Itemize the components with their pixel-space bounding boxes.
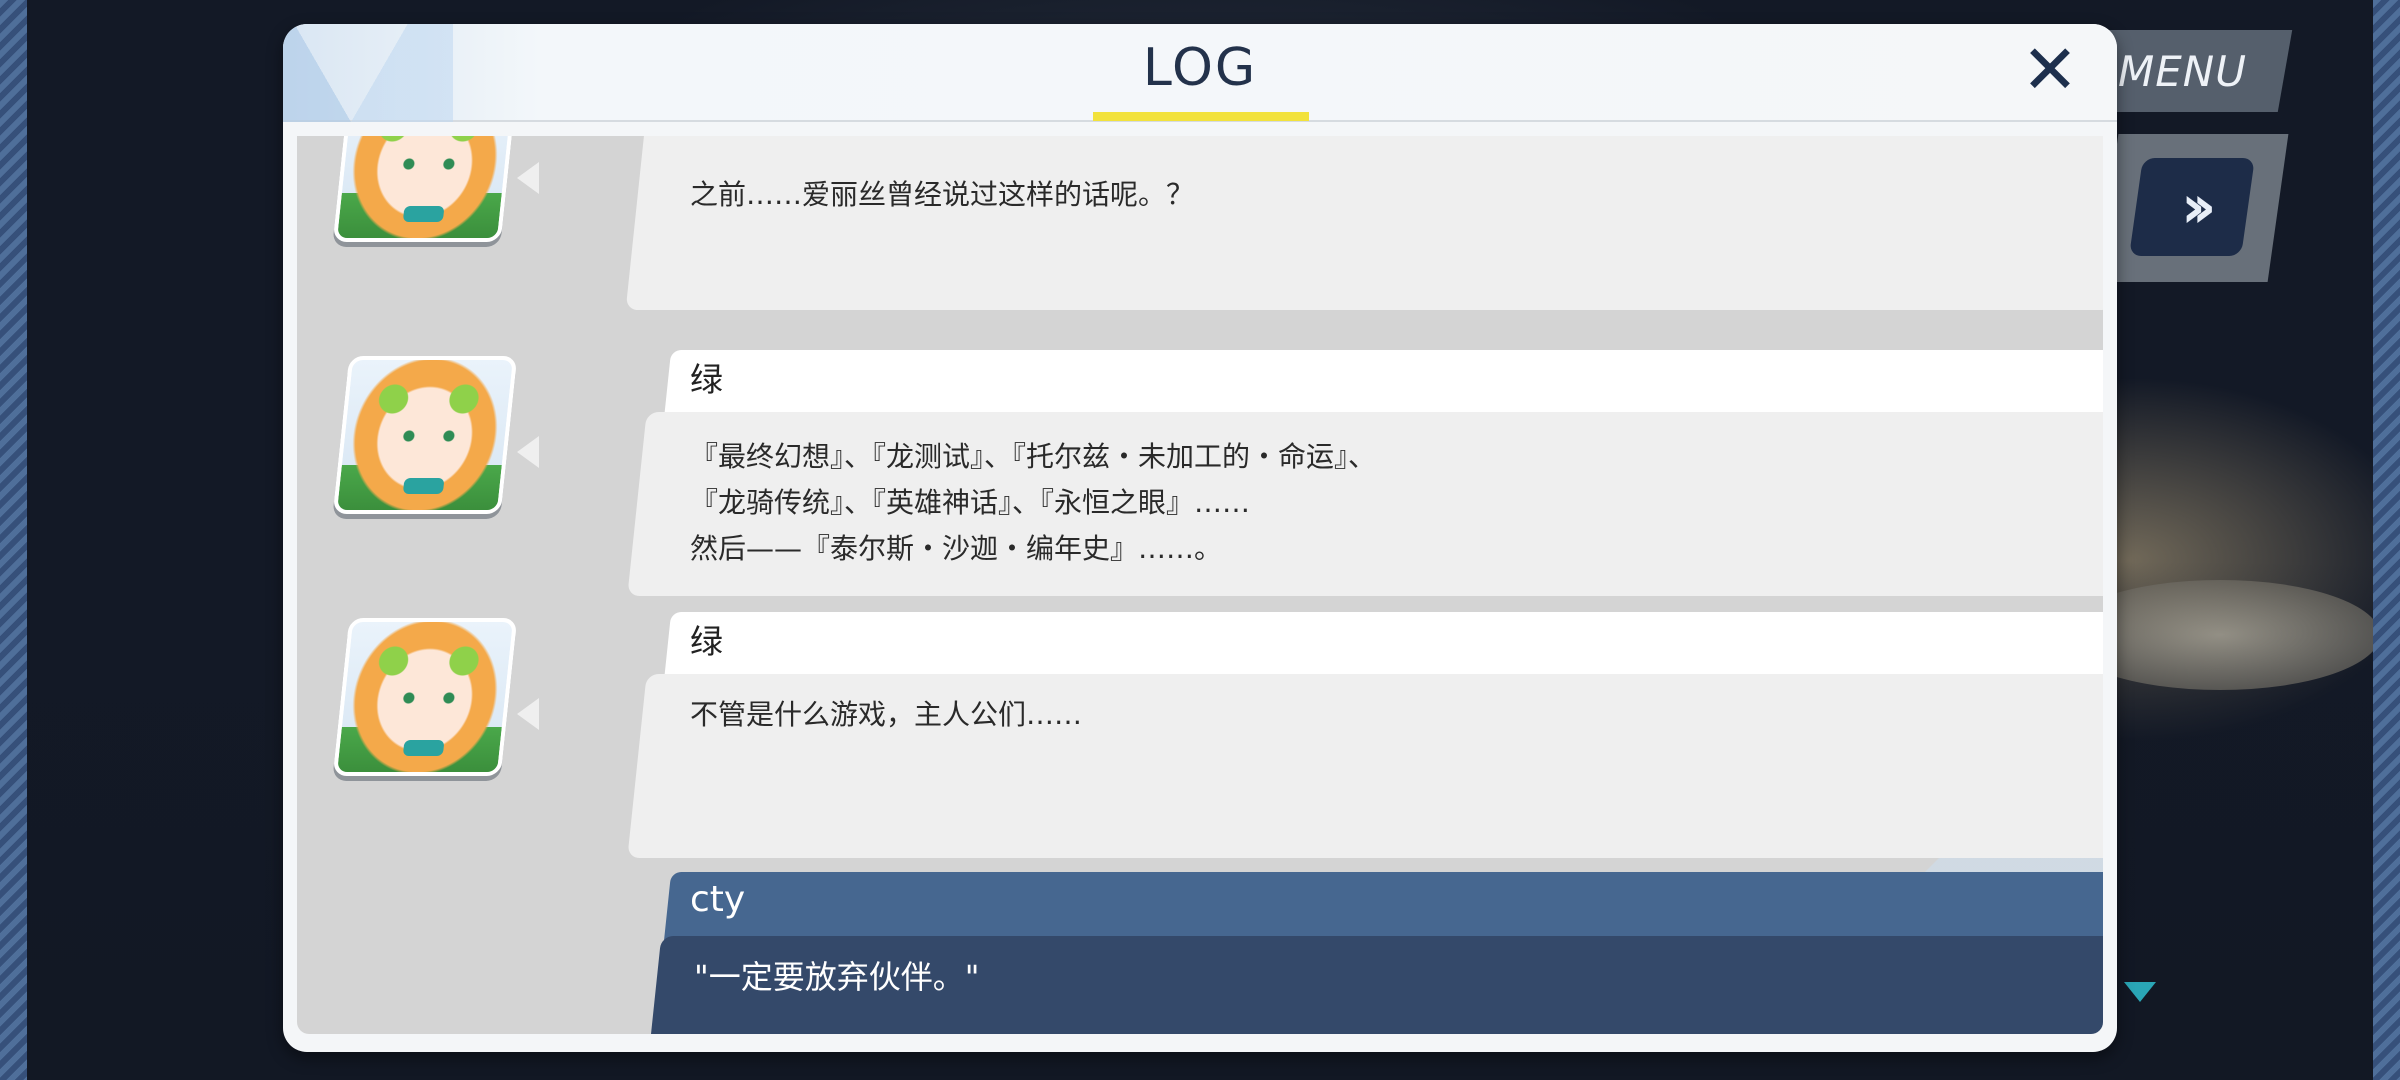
skip-button[interactable]: ›› xyxy=(2129,158,2255,256)
log-title: LOG xyxy=(1142,38,1258,98)
speaker-avatar xyxy=(332,618,518,776)
right-border-stripe xyxy=(2373,0,2400,1080)
title-underline xyxy=(1093,112,1309,121)
message-line: 『龙骑传统』、『英雄神话』、『永恒之眼』…… xyxy=(690,486,1251,519)
double-chevron-right-icon: ›› xyxy=(2181,172,2203,242)
bubble-pointer xyxy=(517,162,539,194)
message-line: 然后——『泰尔斯・沙迦・编年史』……。 xyxy=(690,532,1223,565)
message-box xyxy=(625,136,2103,310)
close-icon[interactable]: ✕ xyxy=(2017,37,2083,106)
message-line: 『最终幻想』、『龙测试』、『托尔兹・未加工的・命运』、 xyxy=(690,440,1377,473)
player-name: cty xyxy=(690,879,746,920)
bubble-pointer xyxy=(517,698,539,730)
speaker-name: 绿 xyxy=(690,360,723,399)
message-line: 不管是什么游戏，主人公们…… xyxy=(690,698,1083,731)
left-border-stripe xyxy=(0,0,27,1080)
menu-button-label[interactable]: MENU xyxy=(2118,42,2247,102)
log-scroll-area[interactable]: 之前……爱丽丝曾经说过这样的话呢。？ 绿 『最终幻想』、『龙测试』、『托尔兹・未… xyxy=(297,136,2103,1034)
player-message-line: "一定要放弃伙伴。" xyxy=(694,958,980,996)
speaker-avatar xyxy=(332,356,518,514)
triangle-down-icon[interactable] xyxy=(2124,982,2156,1002)
bubble-pointer xyxy=(517,436,539,468)
speaker-name: 绿 xyxy=(690,622,723,661)
speaker-avatar xyxy=(332,136,518,242)
log-modal: LOG ✕ 之前……爱丽丝曾经说过这样的话呢。？ 绿 『最终幻想』、『龙测试』、… xyxy=(283,24,2117,1052)
log-header: LOG ✕ xyxy=(283,24,2117,122)
message-line: 之前……爱丽丝曾经说过这样的话呢。？ xyxy=(690,178,1195,211)
